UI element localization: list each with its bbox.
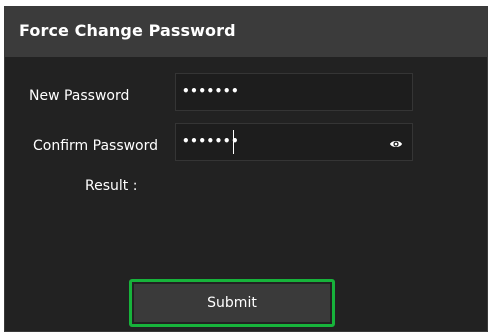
dialog-title: Force Change Password [19,21,236,40]
new-password-value: ••••••• [182,84,240,98]
force-change-password-dialog: Force Change Password New Password •••••… [4,6,488,332]
eye-icon[interactable] [389,136,403,150]
new-password-label: New Password [29,88,130,104]
confirm-password-label: Confirm Password [33,138,159,154]
confirm-password-value: ••••••• [182,134,240,148]
new-password-input[interactable]: ••••••• [175,73,413,111]
submit-button[interactable]: Submit [134,284,330,322]
dialog-header: Force Change Password [5,7,487,57]
result-label: Result : [85,178,138,194]
dialog-body: New Password ••••••• Confirm Password ••… [5,57,487,331]
confirm-password-input[interactable]: ••••••• [175,123,413,161]
submit-focus-ring: Submit [129,279,335,327]
text-caret [233,130,234,154]
